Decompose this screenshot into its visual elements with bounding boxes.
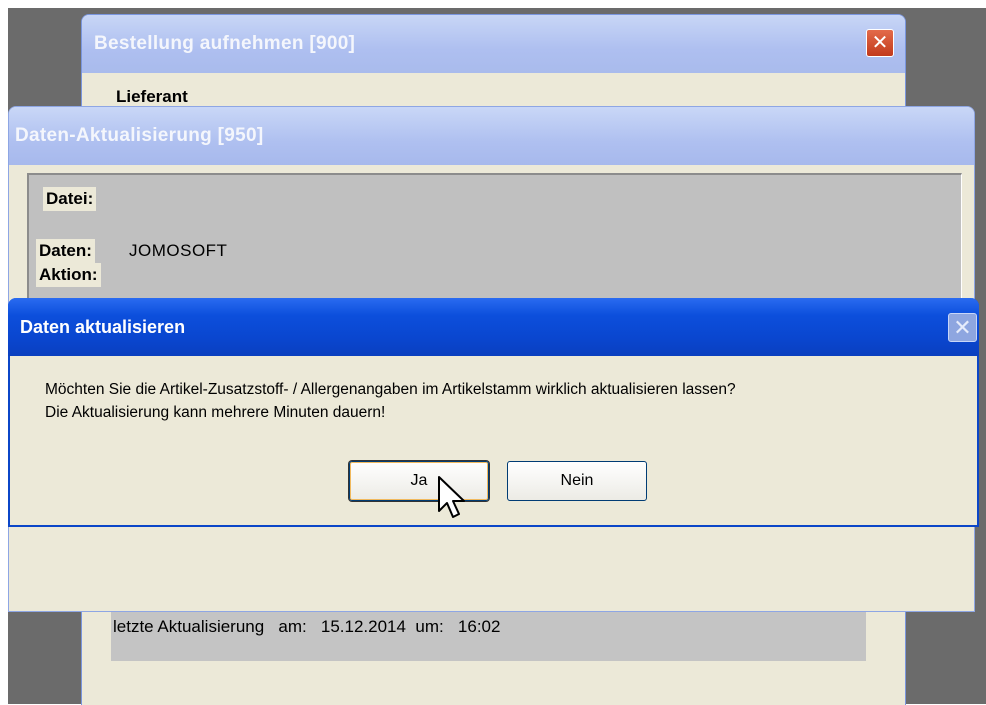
mouse-pointer-icon (438, 476, 465, 518)
dialog-titlebar[interactable]: Daten aktualisieren ✕ (8, 298, 979, 356)
data-label: Daten: (36, 239, 95, 263)
order-window-titlebar[interactable]: Bestellung aufnehmen [900] (82, 15, 905, 73)
action-label: Aktion: (36, 263, 101, 287)
data-update-titlebar[interactable]: Daten-Aktualisierung [950] (9, 107, 974, 165)
no-button[interactable]: Nein (507, 461, 647, 501)
dialog-message: Möchten Sie die Artikel-Zusatzstoff- / A… (45, 378, 736, 424)
dialog-title: Daten aktualisieren (20, 317, 186, 337)
dialog-message-line1: Möchten Sie die Artikel-Zusatzstoff- / A… (45, 381, 736, 398)
last-update-panel: letzte Aktualisierung am: 15.12.2014 um:… (111, 607, 866, 661)
order-window-title: Bestellung aufnehmen [900] (94, 33, 356, 54)
data-value: JOMOSOFT (129, 241, 228, 260)
dialog-message-line2: Die Aktualisierung kann mehrere Minuten … (45, 404, 386, 421)
last-update-text: letzte Aktualisierung am: 15.12.2014 um:… (113, 617, 501, 636)
close-icon[interactable]: ✕ (866, 29, 894, 57)
supplier-label: Lieferant (116, 87, 188, 106)
confirm-dialog: Daten aktualisieren ✕ Möchten Sie die Ar… (8, 298, 979, 527)
close-icon[interactable]: ✕ (948, 313, 977, 342)
data-update-title: Daten-Aktualisierung [950] (15, 125, 264, 146)
file-label: Datei: (43, 187, 97, 211)
